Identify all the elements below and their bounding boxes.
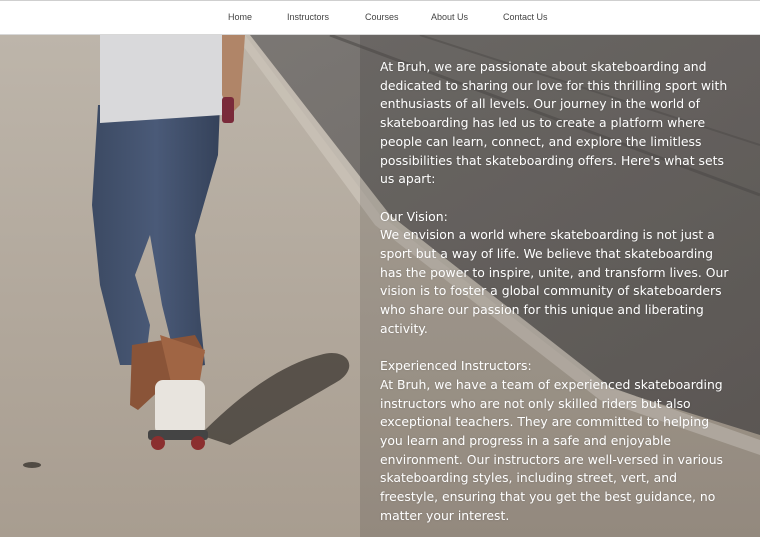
vision-heading: Our Vision: xyxy=(380,208,448,224)
instructors-heading: Experienced Instructors: xyxy=(380,358,532,374)
nav-contact-us-link[interactable]: Contact Us xyxy=(503,12,548,22)
top-navigation: Home Instructors Courses About Us Contac… xyxy=(0,0,760,35)
nav-home-link[interactable]: Home xyxy=(228,12,252,22)
page: Home Instructors Courses About Us Contac… xyxy=(0,0,760,537)
nav-instructors-link[interactable]: Instructors xyxy=(287,12,329,22)
nav-about-us-link[interactable]: About Us xyxy=(431,12,468,22)
about-us-content: At Bruh, we are passionate about skatebo… xyxy=(380,58,730,526)
nav-courses-link[interactable]: Courses xyxy=(365,12,399,22)
vision-paragraph: We envision a world where skateboarding … xyxy=(380,227,729,336)
about-intro-paragraph: At Bruh, we are passionate about skatebo… xyxy=(380,59,728,187)
instructors-paragraph: At Bruh, we have a team of experienced s… xyxy=(380,376,723,523)
